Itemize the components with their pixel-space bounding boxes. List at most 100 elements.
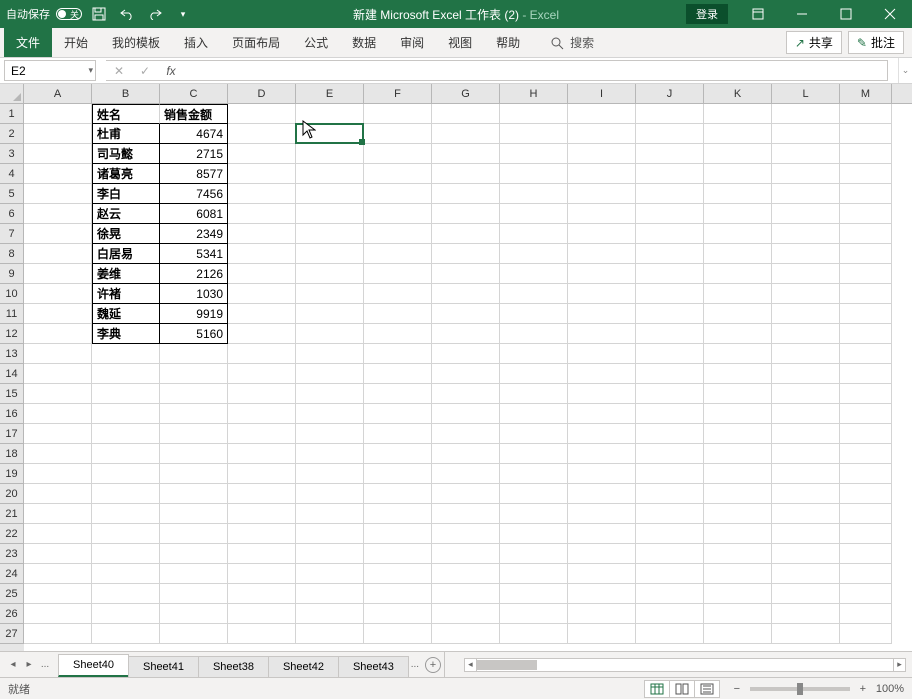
cell-I21[interactable]	[568, 504, 636, 524]
sheets-more-left[interactable]: ...	[38, 659, 52, 670]
cell-B24[interactable]	[92, 564, 160, 584]
cell-L14[interactable]	[772, 364, 840, 384]
cell-E8[interactable]	[296, 244, 364, 264]
cell-C1[interactable]: 销售金额	[160, 104, 228, 124]
row-header-15[interactable]: 15	[0, 384, 24, 404]
cell-A11[interactable]	[24, 304, 92, 324]
cell-A17[interactable]	[24, 424, 92, 444]
cell-J12[interactable]	[636, 324, 704, 344]
redo-icon[interactable]	[144, 3, 166, 25]
cell-A6[interactable]	[24, 204, 92, 224]
cell-C10[interactable]: 1030	[160, 284, 228, 304]
cell-K17[interactable]	[704, 424, 772, 444]
cell-F23[interactable]	[364, 544, 432, 564]
tab-view[interactable]: 视图	[436, 28, 484, 57]
cell-G2[interactable]	[432, 124, 500, 144]
cell-D10[interactable]	[228, 284, 296, 304]
cell-D3[interactable]	[228, 144, 296, 164]
zoom-level[interactable]: 100%	[876, 683, 904, 695]
cell-A12[interactable]	[24, 324, 92, 344]
cell-K1[interactable]	[704, 104, 772, 124]
cell-L23[interactable]	[772, 544, 840, 564]
cell-D21[interactable]	[228, 504, 296, 524]
comments-button[interactable]: ✎批注	[848, 31, 904, 54]
col-header-C[interactable]: C	[160, 84, 228, 103]
cell-I4[interactable]	[568, 164, 636, 184]
cell-F10[interactable]	[364, 284, 432, 304]
row-header-19[interactable]: 19	[0, 464, 24, 484]
cell-K14[interactable]	[704, 364, 772, 384]
cell-M10[interactable]	[840, 284, 892, 304]
cell-D18[interactable]	[228, 444, 296, 464]
cell-H25[interactable]	[500, 584, 568, 604]
cell-J20[interactable]	[636, 484, 704, 504]
cell-B21[interactable]	[92, 504, 160, 524]
cell-I17[interactable]	[568, 424, 636, 444]
cell-I5[interactable]	[568, 184, 636, 204]
cell-H13[interactable]	[500, 344, 568, 364]
cell-A26[interactable]	[24, 604, 92, 624]
cell-M20[interactable]	[840, 484, 892, 504]
share-button[interactable]: ↗共享	[786, 31, 842, 54]
row-header-6[interactable]: 6	[0, 204, 24, 224]
cell-F17[interactable]	[364, 424, 432, 444]
cell-F18[interactable]	[364, 444, 432, 464]
cell-K27[interactable]	[704, 624, 772, 644]
cell-G22[interactable]	[432, 524, 500, 544]
scroll-right-icon[interactable]: ▸	[893, 659, 905, 671]
cell-I15[interactable]	[568, 384, 636, 404]
cell-I3[interactable]	[568, 144, 636, 164]
cell-I9[interactable]	[568, 264, 636, 284]
row-header-18[interactable]: 18	[0, 444, 24, 464]
cell-D17[interactable]	[228, 424, 296, 444]
cell-D9[interactable]	[228, 264, 296, 284]
cell-H23[interactable]	[500, 544, 568, 564]
cell-E16[interactable]	[296, 404, 364, 424]
cell-H21[interactable]	[500, 504, 568, 524]
enter-formula-icon[interactable]: ✓	[132, 64, 158, 78]
row-header-16[interactable]: 16	[0, 404, 24, 424]
cell-L18[interactable]	[772, 444, 840, 464]
cell-J18[interactable]	[636, 444, 704, 464]
cell-B8[interactable]: 白居易	[92, 244, 160, 264]
cell-K20[interactable]	[704, 484, 772, 504]
cell-H17[interactable]	[500, 424, 568, 444]
cell-H2[interactable]	[500, 124, 568, 144]
cell-A10[interactable]	[24, 284, 92, 304]
cell-H12[interactable]	[500, 324, 568, 344]
cell-B20[interactable]	[92, 484, 160, 504]
formula-input[interactable]	[184, 60, 888, 81]
cell-C23[interactable]	[160, 544, 228, 564]
cell-J11[interactable]	[636, 304, 704, 324]
cell-D7[interactable]	[228, 224, 296, 244]
cell-C16[interactable]	[160, 404, 228, 424]
cell-E1[interactable]	[296, 104, 364, 124]
cell-F3[interactable]	[364, 144, 432, 164]
cell-M5[interactable]	[840, 184, 892, 204]
cell-A25[interactable]	[24, 584, 92, 604]
cell-D14[interactable]	[228, 364, 296, 384]
col-header-J[interactable]: J	[636, 84, 704, 103]
cell-K13[interactable]	[704, 344, 772, 364]
cell-K5[interactable]	[704, 184, 772, 204]
cell-M27[interactable]	[840, 624, 892, 644]
cell-I7[interactable]	[568, 224, 636, 244]
cell-C4[interactable]: 8577	[160, 164, 228, 184]
cell-A4[interactable]	[24, 164, 92, 184]
cell-J27[interactable]	[636, 624, 704, 644]
cell-G20[interactable]	[432, 484, 500, 504]
cell-D12[interactable]	[228, 324, 296, 344]
row-header-7[interactable]: 7	[0, 224, 24, 244]
cell-C8[interactable]: 5341	[160, 244, 228, 264]
cell-J15[interactable]	[636, 384, 704, 404]
cell-M9[interactable]	[840, 264, 892, 284]
cell-E22[interactable]	[296, 524, 364, 544]
cell-A3[interactable]	[24, 144, 92, 164]
scroll-sheets-right-icon[interactable]: ▸	[22, 659, 36, 670]
cell-D13[interactable]	[228, 344, 296, 364]
cell-L7[interactable]	[772, 224, 840, 244]
cell-G27[interactable]	[432, 624, 500, 644]
undo-icon[interactable]	[116, 3, 138, 25]
cell-L9[interactable]	[772, 264, 840, 284]
tab-review[interactable]: 审阅	[388, 28, 436, 57]
